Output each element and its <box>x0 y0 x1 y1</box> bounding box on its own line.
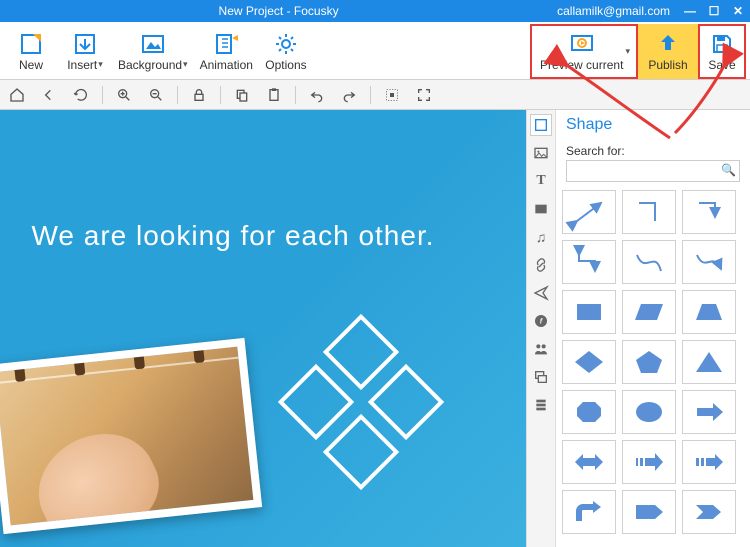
canvas-heading[interactable]: We are looking for each other. <box>0 220 466 252</box>
canvas-photo[interactable] <box>0 338 262 534</box>
redo-icon[interactable] <box>338 84 360 106</box>
shape-panel: Shape Search for: 🔍 <box>556 110 750 547</box>
shape-pentagon[interactable] <box>622 340 676 384</box>
people-tool-icon[interactable] <box>530 338 552 360</box>
shape-grid <box>556 190 750 547</box>
refresh-icon[interactable] <box>70 84 92 106</box>
panel-title: Shape <box>556 110 750 144</box>
image-tool-icon[interactable] <box>530 142 552 164</box>
fit-icon[interactable] <box>381 84 403 106</box>
copy-icon[interactable] <box>231 84 253 106</box>
new-icon <box>19 32 43 56</box>
shape-arrow-bent[interactable] <box>562 490 616 534</box>
save-icon <box>710 32 734 56</box>
fullscreen-icon[interactable] <box>413 84 435 106</box>
undo-icon[interactable] <box>306 84 328 106</box>
shape-arrow-chevron[interactable] <box>682 490 736 534</box>
shape-elbow-double[interactable] <box>562 240 616 284</box>
publish-button[interactable]: Publish <box>638 24 698 79</box>
shape-arrow-right[interactable] <box>682 390 736 434</box>
shape-rectangle[interactable] <box>562 290 616 334</box>
new-label: New <box>19 58 43 72</box>
music-tool-icon[interactable]: ♫ <box>530 226 552 248</box>
options-button[interactable]: Options <box>259 24 313 79</box>
zoom-in-icon[interactable] <box>113 84 135 106</box>
lock-icon[interactable] <box>188 84 210 106</box>
home-icon[interactable] <box>6 84 28 106</box>
shape-arrow-notched[interactable] <box>682 440 736 484</box>
paste-icon[interactable] <box>263 84 285 106</box>
video-tool-icon[interactable] <box>530 198 552 220</box>
shape-line-diagonal[interactable] <box>562 190 616 234</box>
shape-elbow-down[interactable] <box>622 190 676 234</box>
tool-strip: T ♫ f <box>526 110 556 547</box>
close-button[interactable]: ✕ <box>726 4 750 18</box>
preview-current-button[interactable]: Preview current ▾ <box>530 24 638 79</box>
layers-tool-icon[interactable] <box>530 366 552 388</box>
insert-label: Insert <box>67 58 97 72</box>
diamond-shapes[interactable] <box>266 317 466 517</box>
publish-icon <box>656 32 680 56</box>
search-label: Search for: <box>556 144 750 160</box>
shape-triangle[interactable] <box>682 340 736 384</box>
maximize-button[interactable]: ☐ <box>702 4 726 18</box>
link-tool-icon[interactable] <box>530 254 552 276</box>
shape-trapezoid[interactable] <box>682 290 736 334</box>
secondary-toolbar <box>0 80 750 110</box>
title-bar: New Project - Focusky callamilk@gmail.co… <box>0 0 750 22</box>
dropdown-caret-icon: ▾ <box>183 59 188 70</box>
shape-parallelogram[interactable] <box>622 290 676 334</box>
search-icon[interactable]: 🔍 <box>721 163 736 177</box>
animation-button[interactable]: Animation <box>194 24 259 79</box>
shape-arrow-striped[interactable] <box>622 440 676 484</box>
preview-icon <box>570 32 594 56</box>
preview-label: Preview current <box>540 58 623 72</box>
options-icon <box>274 32 298 56</box>
canvas[interactable]: We are looking for each other. <box>0 110 526 547</box>
background-icon <box>141 32 165 56</box>
options-label: Options <box>265 58 306 72</box>
insert-button[interactable]: Insert▾ <box>58 24 112 79</box>
send-tool-icon[interactable] <box>530 282 552 304</box>
shape-tool-icon[interactable] <box>530 114 552 136</box>
publish-label: Publish <box>648 58 687 72</box>
background-label: Background <box>118 58 182 72</box>
text-tool-icon[interactable]: T <box>530 170 552 192</box>
shape-curve[interactable] <box>622 240 676 284</box>
insert-icon <box>73 32 97 56</box>
shape-search-input[interactable] <box>566 160 740 182</box>
dropdown-caret-icon[interactable]: ▾ <box>625 46 630 57</box>
window-title: New Project - Focusky <box>0 4 557 18</box>
shape-elbow-arrow[interactable] <box>682 190 736 234</box>
shape-arrow-pentagon[interactable] <box>622 490 676 534</box>
animation-icon <box>214 32 238 56</box>
animation-label: Animation <box>200 58 253 72</box>
new-button[interactable]: New <box>4 24 58 79</box>
main-area: We are looking for each other. T ♫ f <box>0 110 750 547</box>
shape-arrow-leftright[interactable] <box>562 440 616 484</box>
flash-tool-icon[interactable]: f <box>530 310 552 332</box>
save-label: Save <box>708 58 735 72</box>
zoom-out-icon[interactable] <box>145 84 167 106</box>
minimize-button[interactable]: — <box>678 4 702 18</box>
user-email[interactable]: callamilk@gmail.com <box>557 4 670 18</box>
stack-tool-icon[interactable] <box>530 394 552 416</box>
shape-ellipse[interactable] <box>622 390 676 434</box>
save-button[interactable]: Save <box>698 24 746 79</box>
shape-diamond[interactable] <box>562 340 616 384</box>
back-icon[interactable] <box>38 84 60 106</box>
ribbon-toolbar: New Insert▾ Background▾ Animation Option… <box>0 22 750 80</box>
background-button[interactable]: Background▾ <box>112 24 194 79</box>
dropdown-caret-icon: ▾ <box>98 59 103 70</box>
shape-octagon[interactable] <box>562 390 616 434</box>
shape-curve-arrow[interactable] <box>682 240 736 284</box>
